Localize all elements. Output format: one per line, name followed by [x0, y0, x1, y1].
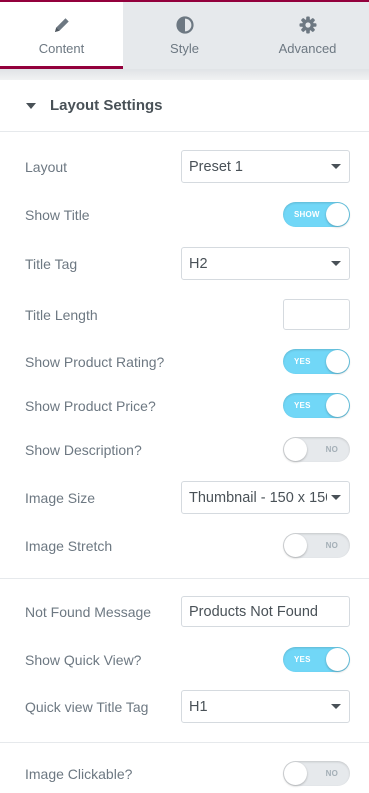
image-size-select[interactable]: Thumbnail - 150 x 150	[181, 481, 350, 514]
control-quick-view: Show Quick View? YES	[25, 647, 350, 672]
show-rating-toggle[interactable]: YES	[283, 349, 350, 374]
show-price-toggle[interactable]: YES	[283, 393, 350, 418]
chevron-down-icon	[331, 164, 341, 169]
title-tag-select[interactable]: H2	[181, 247, 350, 280]
control-label: Not Found Message	[25, 603, 152, 620]
control-label: Show Description?	[25, 441, 142, 458]
control-quick-view-title-tag: Quick view Title Tag H1	[25, 690, 350, 723]
toggle-knob	[326, 350, 349, 373]
quick-view-toggle[interactable]: YES	[283, 647, 350, 672]
half-circle-icon	[175, 16, 194, 34]
toggle-knob	[326, 203, 349, 226]
tab-label: Style	[170, 41, 199, 56]
control-label: Show Title	[25, 206, 90, 223]
control-label: Show Product Price?	[25, 397, 156, 414]
control-label: Title Tag	[25, 255, 78, 272]
gear-icon	[299, 16, 316, 34]
show-title-toggle[interactable]: SHOW	[283, 202, 350, 227]
control-image-stretch: Image Stretch NO	[25, 533, 350, 558]
divider	[0, 578, 369, 579]
layout-select[interactable]: Preset 1	[181, 150, 350, 183]
title-length-input[interactable]	[283, 299, 350, 330]
pencil-icon	[54, 18, 69, 32]
image-clickable-toggle[interactable]: NO	[283, 761, 350, 786]
control-label: Show Quick View?	[25, 651, 142, 668]
not-found-message-input[interactable]: Products Not Found	[181, 596, 350, 627]
control-label: Image Size	[25, 489, 96, 506]
toggle-knob	[284, 762, 307, 785]
control-title-tag: Title Tag H2	[25, 247, 350, 280]
caret-down-icon	[26, 102, 36, 109]
section-header[interactable]: Layout Settings	[0, 80, 369, 132]
tab-advanced[interactable]: Advanced	[246, 2, 369, 69]
show-description-toggle[interactable]: NO	[283, 437, 350, 462]
divider	[0, 742, 369, 743]
control-image-size: Image Size Thumbnail - 150 x 150	[25, 481, 350, 514]
control-label: Title Length	[25, 306, 98, 323]
chevron-down-icon	[331, 495, 341, 500]
panel-tabs: Content Style Advanced	[0, 0, 369, 69]
image-stretch-toggle[interactable]: NO	[283, 533, 350, 558]
toggle-knob	[326, 648, 349, 671]
control-label: Image Stretch	[25, 537, 113, 554]
tab-label: Advanced	[278, 41, 337, 56]
tab-label: Content	[38, 41, 85, 56]
tab-content[interactable]: Content	[0, 2, 123, 69]
control-show-price: Show Product Price? YES	[25, 393, 350, 418]
control-title-length: Title Length	[25, 299, 350, 330]
control-label: Layout	[25, 158, 68, 175]
chevron-down-icon	[331, 704, 341, 709]
toggle-knob	[284, 438, 307, 461]
control-show-title: Show Title SHOW	[25, 202, 350, 227]
control-label: Quick view Title Tag	[25, 698, 149, 715]
control-show-description: Show Description? NO	[25, 437, 350, 462]
control-label: Image Clickable?	[25, 765, 133, 782]
quick-view-title-tag-select[interactable]: H1	[181, 690, 350, 723]
panel-gap	[0, 69, 369, 80]
tab-style[interactable]: Style	[123, 2, 246, 69]
control-not-found-message: Not Found Message Products Not Found	[25, 596, 350, 627]
control-layout: Layout Preset 1	[25, 150, 350, 183]
section-title: Layout Settings	[50, 97, 163, 114]
toggle-knob	[284, 534, 307, 557]
control-show-rating: Show Product Rating? YES	[25, 349, 350, 374]
toggle-knob	[326, 394, 349, 417]
control-label: Show Product Rating?	[25, 353, 165, 370]
chevron-down-icon	[331, 261, 341, 266]
control-image-clickable: Image Clickable? NO	[25, 761, 350, 786]
